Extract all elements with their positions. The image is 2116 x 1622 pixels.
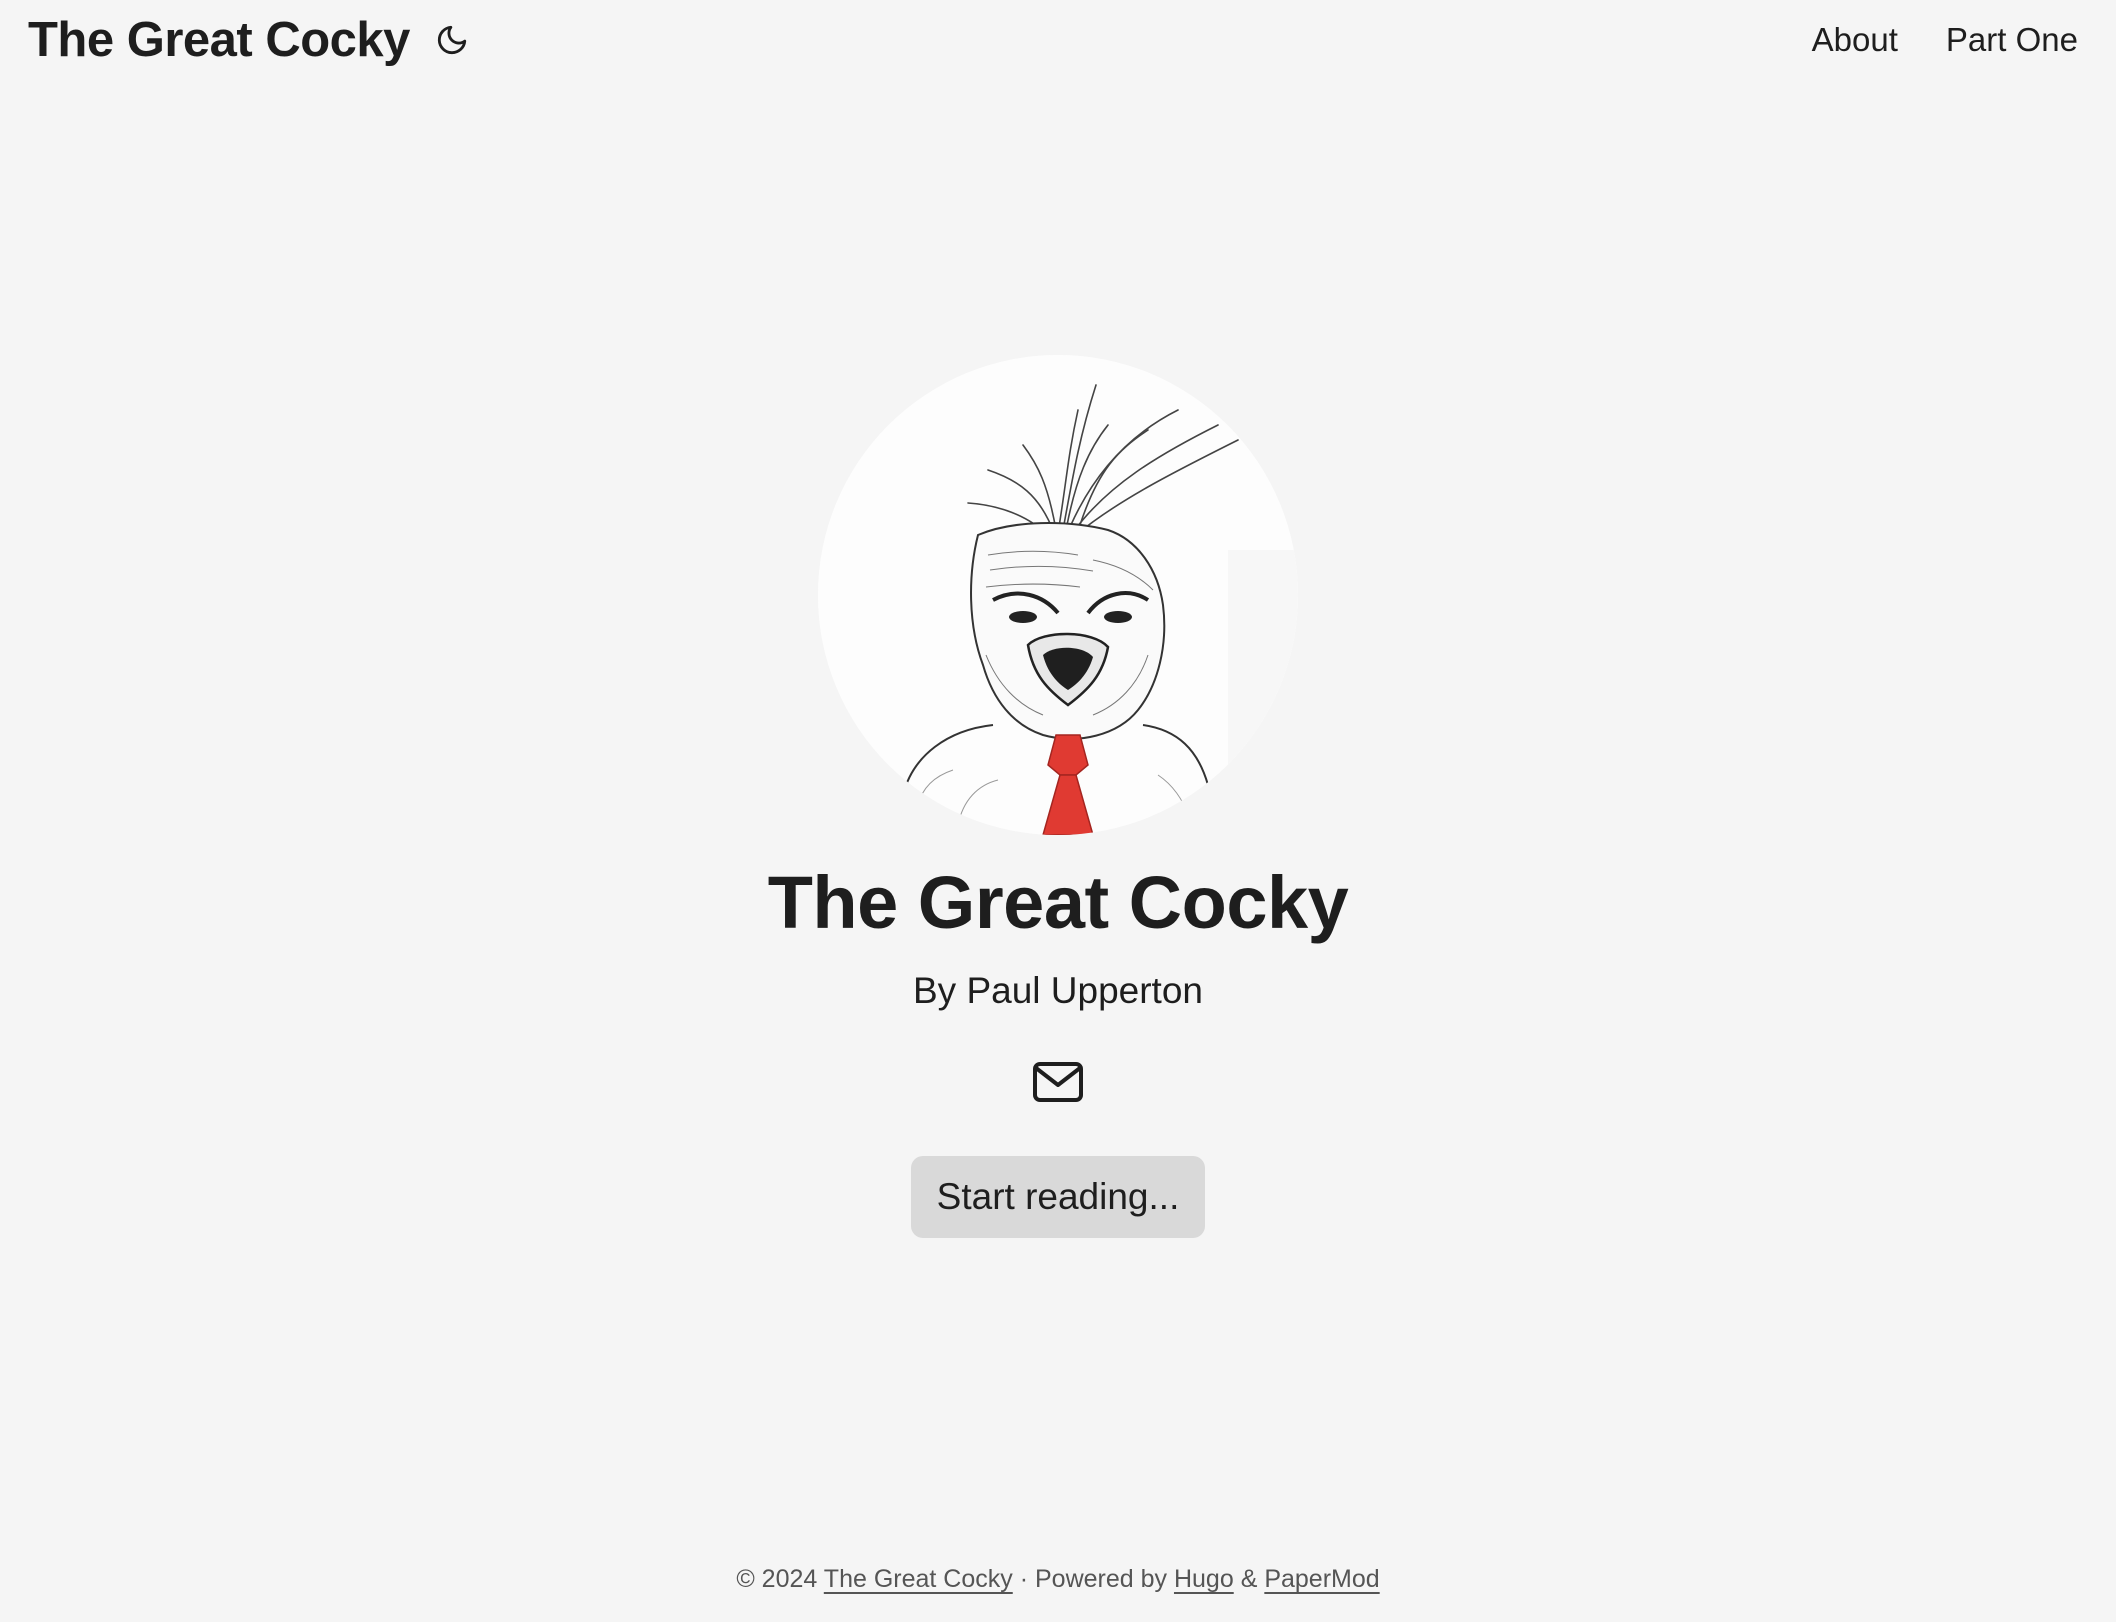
rooster-sketch-image xyxy=(818,355,1298,835)
copyright-text: © 2024 xyxy=(736,1565,818,1593)
ampersand-text: & xyxy=(1240,1565,1258,1593)
site-logo[interactable]: The Great Cocky xyxy=(28,12,410,68)
moon-icon xyxy=(437,25,467,55)
author-byline: By Paul Upperton xyxy=(912,969,1203,1011)
nav-about[interactable]: About xyxy=(1812,21,1898,59)
powered-by-text: Powered by xyxy=(1034,1565,1168,1593)
footer-site-link[interactable]: The Great Cocky xyxy=(824,1565,1013,1593)
brand: The Great Cocky xyxy=(28,12,472,68)
nav-part-one[interactable]: Part One xyxy=(1946,21,2078,59)
site-header: The Great Cocky About Part One xyxy=(0,0,2116,80)
email-icon xyxy=(1033,1061,1083,1102)
start-reading-button[interactable]: Start reading... xyxy=(911,1155,1205,1238)
home-hero: The Great Cocky By Paul Upperton Start r… xyxy=(0,355,2116,1238)
main-nav: About Part One xyxy=(1764,21,2078,59)
footer-separator: · xyxy=(1019,1565,1029,1593)
papermod-link[interactable]: PaperMod xyxy=(1264,1565,1379,1593)
email-link[interactable] xyxy=(1032,1060,1084,1104)
page-title: The Great Cocky xyxy=(767,861,1349,944)
hugo-link[interactable]: Hugo xyxy=(1174,1565,1234,1593)
theme-toggle-button[interactable] xyxy=(432,20,472,60)
page: The Great Cocky About Part One The Great… xyxy=(0,0,2116,1622)
site-footer: © 2024 The Great Cocky · Powered by Hugo… xyxy=(0,1565,2116,1594)
profile-image xyxy=(818,355,1298,835)
